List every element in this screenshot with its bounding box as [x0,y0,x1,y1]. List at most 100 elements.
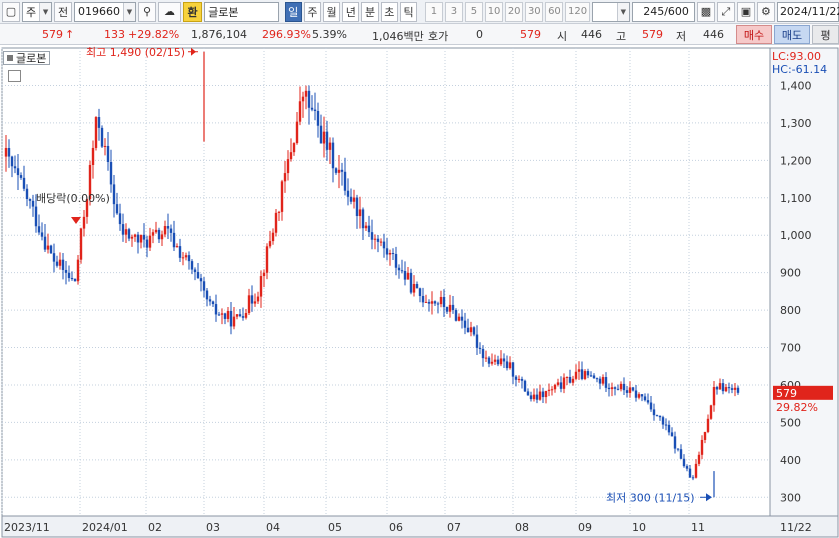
period-year[interactable]: 년 [342,1,360,22]
candle-body [463,320,467,328]
candle-body [211,301,215,305]
candle-body [385,248,389,255]
candle-body [664,424,668,426]
save-icon[interactable]: ▣ [736,1,755,22]
search-icon[interactable]: ⚲ [138,1,156,22]
candle-body [241,316,245,318]
period-month[interactable]: 월 [323,1,341,22]
interval-60[interactable]: 60 [545,1,564,22]
candle-body [25,188,29,199]
date-field[interactable]: 2024/11/22 [776,1,839,22]
interval-5[interactable]: 5 [464,1,483,22]
gear-icon[interactable]: ⚙ [756,1,775,22]
custom-interval-select[interactable]: ▼ [591,1,630,22]
candle-body [628,387,632,393]
high-label: 고 [616,30,627,43]
period-day[interactable]: 일 [284,1,302,22]
candle-body [682,458,686,467]
candle-body [514,376,518,380]
period-week[interactable]: 주 [303,1,321,22]
chart-legend[interactable]: 글로본 [3,51,51,65]
prev-button[interactable]: 전 [54,1,72,22]
sell-button[interactable]: 매도 [774,25,810,44]
candle-body [721,383,725,392]
current-change-tag-label: 29.82% [776,401,818,414]
candle-body [640,394,644,397]
candle-body [172,232,176,248]
candle-body [139,234,143,243]
candle-body [373,238,377,240]
candle-body [388,252,392,255]
candle-body [442,296,446,308]
lc-hc-readout: LC:93.00 HC:-61.14 [772,50,827,76]
candle-body [298,101,302,122]
period-tick[interactable]: 틱 [399,1,418,22]
candle-body [304,90,308,97]
market-label: 주 [26,5,37,19]
x-tick-label: 2023/11 [4,521,50,534]
candle-body [307,90,311,108]
chart-settings-icon[interactable] [8,70,21,82]
candle-body [592,375,596,379]
candle-body [340,169,344,172]
candle-body [652,409,656,416]
hc-value: HC:-61.14 [772,63,828,76]
interval-3[interactable]: 3 [444,1,463,22]
period-minute[interactable]: 분 [361,1,379,22]
candle-body [205,290,209,300]
candle-body [4,148,8,157]
candle-body [400,270,404,272]
candle-body [409,272,413,293]
fx-button[interactable]: 환 [182,1,203,22]
candle-body [349,196,353,202]
current-price-tag-label: 579 [776,387,797,400]
candle-body [199,278,203,282]
candle-body [559,382,563,389]
candle-type-icon[interactable]: ▩ [696,1,715,22]
bar-count-field[interactable]: 245/600 [631,1,695,22]
interval-20[interactable]: 20 [505,1,524,22]
stock-code: 019660 [78,5,120,18]
candle-body [457,316,461,321]
eval-button[interactable]: 평 [812,25,839,44]
window-icon[interactable]: ▢ [2,1,20,22]
candle-body [10,156,14,167]
candle-body [427,301,431,304]
trade-amount: 1,046백만 [372,30,424,43]
candle-body [121,224,125,235]
stock-name-field[interactable]: 글로본 [204,1,279,22]
chevron-down-icon: ▼ [123,2,135,21]
candle-body [7,148,11,157]
candle-body [727,387,731,389]
candle-body [58,259,62,266]
draw-tool-icon[interactable]: ⤢ [716,1,735,22]
candle-body [28,198,32,201]
candle-body [376,238,380,242]
candlestick-chart-svg[interactable]: 3004005006007008009001,0001,1001,2001,30… [0,46,839,538]
interval-10[interactable]: 10 [484,1,504,22]
interval-1[interactable]: 1 [424,1,443,22]
candle-body [250,295,254,304]
open-label: 시 [557,30,568,43]
x-tick-label: 09 [578,521,592,534]
candle-body [580,369,584,379]
interval-30[interactable]: 30 [525,1,544,22]
stock-code-select[interactable]: 019660 ▼ [74,1,136,22]
candle-body [631,387,635,391]
interval-120[interactable]: 120 [565,1,590,22]
candle-body [127,229,131,239]
candle-body [547,389,551,391]
price-change: 133 [104,28,125,41]
candle-body [493,359,497,362]
x-tick-label: 11/22 [780,521,812,534]
x-tick-label: 05 [328,521,342,534]
period-second[interactable]: 초 [380,1,398,22]
candle-body [19,175,23,178]
market-select[interactable]: 주 ▼ [22,1,52,22]
buy-button[interactable]: 매수 [736,25,772,44]
candle-body [253,301,257,304]
speaker-icon[interactable]: ☁ [158,1,181,22]
price-chart[interactable]: 300 400 500 600 700 800 900 1,000 1,100 1,200 1,30… [0,46,839,538]
x-tick-label: 2024/01 [82,521,128,534]
candle-body [460,316,464,321]
